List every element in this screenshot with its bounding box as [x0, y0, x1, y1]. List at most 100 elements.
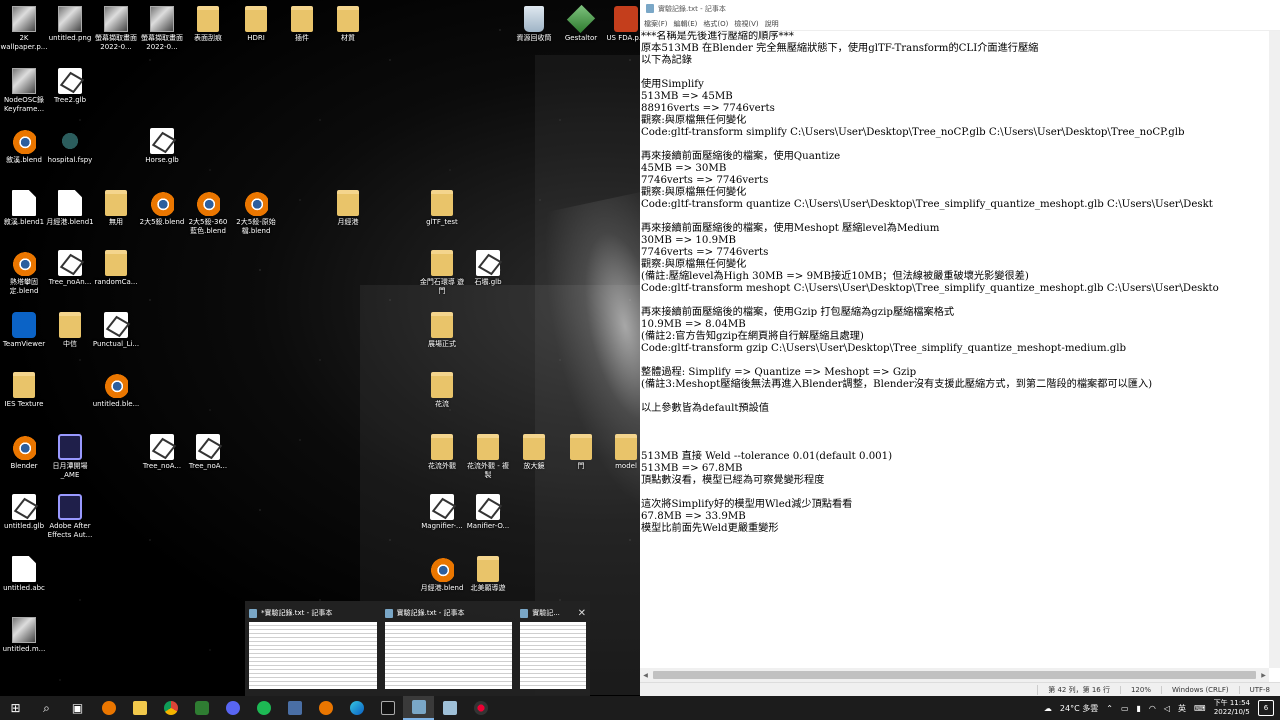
windows-start-icon[interactable]: ⊞: [0, 696, 31, 720]
desktop-icon[interactable]: IES Texture: [0, 372, 48, 409]
task-view-icon[interactable]: ▣: [62, 696, 93, 720]
scroll-left-icon[interactable]: ◀: [640, 672, 651, 679]
blender-icon[interactable]: [93, 696, 124, 720]
desktop-icon[interactable]: 敘溪.blend1: [0, 190, 48, 227]
wifi-icon[interactable]: ◠: [1149, 704, 1156, 713]
desktop-icon[interactable]: glTF_test: [418, 190, 466, 227]
desktop-icon[interactable]: 敘溪.blend: [0, 128, 48, 165]
close-icon[interactable]: ✕: [578, 608, 586, 619]
thumbnail-preview[interactable]: [249, 622, 377, 689]
desktop-icon[interactable]: 熱塔攀固定.blend: [0, 250, 48, 296]
cloud-icon[interactable]: ☁: [1044, 704, 1052, 713]
desktop-icon[interactable]: 無用: [92, 190, 140, 227]
desktop-icon[interactable]: 花流: [418, 372, 466, 409]
desktop-icon[interactable]: model: [602, 434, 640, 471]
thumbnail-preview[interactable]: [384, 622, 513, 689]
desktop-icon[interactable]: 螢幕擷取畫面 2022-0...: [92, 6, 140, 52]
clock[interactable]: 下午 11:54 2022/10/5: [1214, 699, 1250, 717]
menu-file[interactable]: 檔案(F): [644, 19, 668, 29]
desktop-icon[interactable]: 月經港.blend1: [46, 190, 94, 227]
desktop-icon[interactable]: 展場正式: [418, 312, 466, 349]
thumbnail-window[interactable]: *實驗記錄.txt - 記事本: [249, 604, 377, 693]
desktop-icon[interactable]: 金門石環導 遊門: [418, 250, 466, 296]
text-editor[interactable]: ***名稱是先後進行壓縮的順序*** 原本513MB 在Blender 完全無壓縮…: [640, 31, 1269, 668]
notification-badge[interactable]: 6: [1258, 700, 1274, 716]
calculator-icon[interactable]: [279, 696, 310, 720]
thumbnail-window[interactable]: 實驗記錄.txt - 記事本: [384, 604, 513, 693]
input-method[interactable]: 英: [1178, 703, 1186, 714]
desktop-icon[interactable]: 放大鏡: [510, 434, 558, 471]
thumbnail-window[interactable]: 實驗記... ✕: [520, 604, 587, 693]
desktop-icon[interactable]: Gestaltor: [557, 4, 605, 43]
desktop-icon[interactable]: 月經港: [324, 190, 372, 227]
desktop-icon[interactable]: Tree2.glb: [46, 68, 94, 105]
desktop-icon[interactable]: 中信: [46, 312, 94, 349]
desktop-icon[interactable]: 月經港.blend: [418, 556, 466, 593]
desktop-icon[interactable]: Manifier-O...: [464, 494, 512, 531]
desktop-icon[interactable]: 2大5殺-360 藍色.blend: [184, 190, 232, 236]
chrome-icon[interactable]: [155, 696, 186, 720]
keyboard-icon[interactable]: ⌨: [1194, 704, 1206, 713]
desktop-icon[interactable]: Punctual_Li...: [92, 312, 140, 349]
scroll-thumb[interactable]: [653, 671, 1256, 679]
desktop-icon[interactable]: 2大5殺.blend: [138, 190, 186, 227]
menu-view[interactable]: 檢視(V): [734, 19, 758, 29]
desktop-icon[interactable]: randomCa...: [92, 250, 140, 287]
file-explorer-icon[interactable]: [124, 696, 155, 720]
discord-icon[interactable]: [217, 696, 248, 720]
menu-help[interactable]: 說明: [765, 19, 779, 29]
desktop-icon[interactable]: Tree_noA...: [184, 434, 232, 471]
desktop-icon[interactable]: 石壩.glb: [464, 250, 512, 287]
desktop-icon[interactable]: 花流外觀: [418, 434, 466, 471]
blender-icon[interactable]: [310, 696, 341, 720]
desktop-icon[interactable]: Magnifier-...: [418, 494, 466, 531]
search-icon[interactable]: ⌕: [31, 696, 62, 720]
desktop-icon[interactable]: untitled.m...: [0, 617, 48, 654]
xbox-icon[interactable]: [186, 696, 217, 720]
desktop-icon[interactable]: untitled.png: [46, 6, 94, 43]
network-icon[interactable]: ▭: [1121, 704, 1129, 713]
desktop-icon[interactable]: 材質: [324, 6, 372, 43]
edge-icon[interactable]: [341, 696, 372, 720]
desktop-icon[interactable]: US FDA.p...: [602, 6, 640, 43]
terminal-icon[interactable]: [372, 696, 403, 720]
spotify-icon[interactable]: [248, 696, 279, 720]
menu-edit[interactable]: 編輯(E): [674, 19, 698, 29]
notepad-titlebar[interactable]: 實驗記錄.txt - 記事本: [640, 0, 1280, 17]
desktop-icon[interactable]: TeamViewer: [0, 312, 48, 349]
desktop-icon[interactable]: 日月潭開場 _AME: [46, 434, 94, 480]
notepad-icon[interactable]: [403, 696, 434, 720]
desktop-icon[interactable]: untitled.abc: [0, 556, 48, 593]
desktop-icon[interactable]: 螢幕擷取畫面 2022-0...: [138, 6, 186, 52]
desktop-icon[interactable]: Tree_noAn...: [46, 250, 94, 287]
vertical-scrollbar[interactable]: [1269, 31, 1280, 668]
speaker-icon[interactable]: ◁: [1164, 704, 1170, 713]
desktop-icon[interactable]: 插件: [278, 6, 326, 43]
weather-text[interactable]: 24°C 多雲: [1060, 703, 1098, 714]
horizontal-scrollbar[interactable]: ◀ ▶: [640, 668, 1269, 682]
desktop-icon[interactable]: Tree_noA...: [138, 434, 186, 471]
desktop-icon[interactable]: 北美願導遊: [464, 556, 512, 593]
chevron-up-icon[interactable]: ⌃: [1106, 704, 1113, 713]
desktop-icon[interactable]: 花流外觀 - 複製: [464, 434, 512, 480]
desktop-icon[interactable]: 2K wallpaper.p...: [0, 6, 48, 52]
menu-format[interactable]: 格式(O): [703, 19, 728, 29]
desktop-icon[interactable]: Adobe After Effects Aut...: [46, 494, 94, 540]
desktop-icon[interactable]: Horse.glb: [138, 128, 186, 165]
text-line: 以上參數皆為default預設值: [641, 403, 769, 414]
desktop-icon[interactable]: HDRI: [232, 6, 280, 43]
desktop-icon[interactable]: 門: [557, 434, 605, 471]
desktop-icon[interactable]: untitled.ble...: [92, 372, 140, 409]
desktop-icon[interactable]: untitled.glb: [0, 494, 48, 531]
desktop-icon[interactable]: 2大5殺-原始 檔.blend: [232, 190, 280, 236]
notepad-icon[interactable]: [434, 696, 465, 720]
thumbnail-preview[interactable]: [520, 622, 587, 689]
desktop-icon[interactable]: 資源回收筒: [510, 6, 558, 43]
scroll-right-icon[interactable]: ▶: [1258, 672, 1269, 679]
davinci-icon[interactable]: [465, 696, 496, 720]
power-icon[interactable]: ▮: [1137, 704, 1141, 713]
desktop-icon[interactable]: 表面刮痕: [184, 6, 232, 43]
desktop-icon[interactable]: Blender: [0, 434, 48, 471]
desktop-icon[interactable]: NodeOSC錄 Keyframe...: [0, 68, 48, 114]
desktop-icon[interactable]: hospital.fspy: [46, 128, 94, 165]
